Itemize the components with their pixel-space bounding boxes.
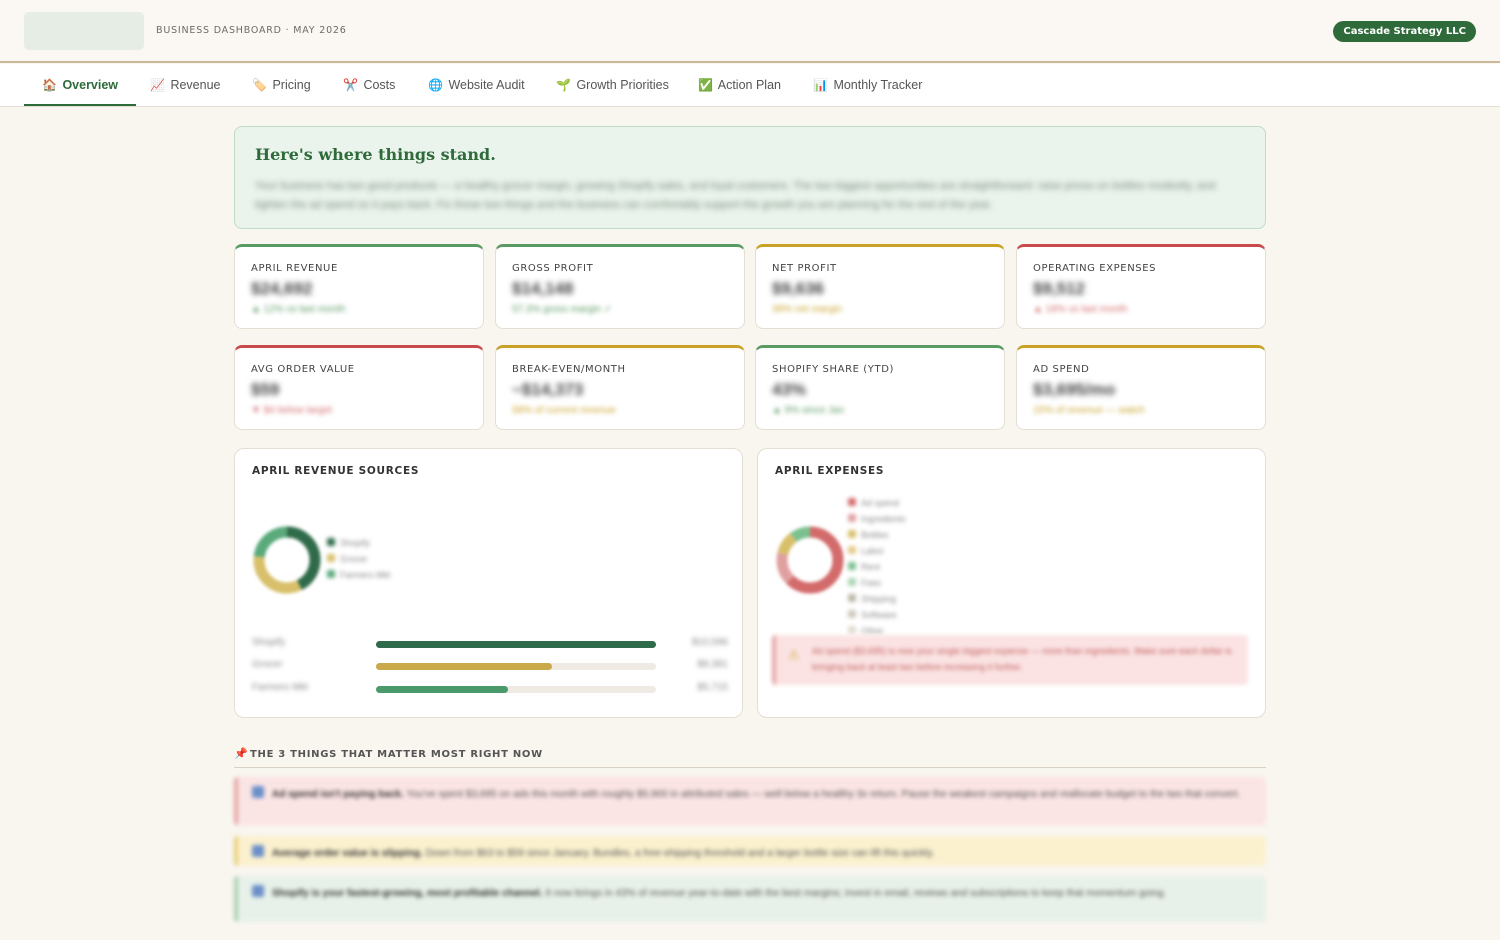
summary-text: Your business has two good products — a …: [255, 180, 1216, 211]
kpi-card: AVG ORDER VALUE $59 ▼ $4 below target: [234, 345, 484, 430]
number-2-icon: [252, 845, 264, 857]
summary-banner: Here's where things stand. Your business…: [234, 126, 1266, 229]
tab-label: Action Plan: [717, 78, 781, 92]
bar-chart-icon: 📊: [813, 78, 828, 92]
tab-bar: 🏠 Overview 📈 Revenue 🏷️ Pricing ✂️ Costs…: [0, 64, 1500, 107]
kpi-card: OPERATING EXPENSES $9,512 ▲ 18% vs last mo…: [1016, 244, 1266, 329]
section-title: THE 3 THINGS THAT MATTER MOST RIGHT NOW: [250, 749, 543, 760]
kpi-value: 43%: [772, 380, 807, 399]
revenue-legend: Shopify Grocer Farmers Mkt: [327, 535, 391, 583]
priority-item: Ad spend isn't paying back. You've spent…: [234, 777, 1266, 825]
expenses-warning-alert: ⚠ Ad spend ($3,695) is now your single b…: [772, 635, 1248, 685]
kpi-card: SHOPIFY SHARE (YTD) 43% ▲ 9% since Jan: [755, 345, 1005, 430]
tab-website-audit[interactable]: 🌐 Website Audit: [410, 64, 543, 106]
kpi-value: $9,636: [772, 279, 824, 298]
kpi-subtext: ▲ 12% vs last month: [251, 304, 346, 315]
pushpin-icon: 📌: [234, 748, 248, 760]
tab-label: Growth Priorities: [576, 78, 669, 92]
kpi-subtext: 58% of current revenue: [512, 405, 616, 416]
chart-up-icon: 📈: [150, 78, 165, 92]
tab-label: Overview: [62, 78, 119, 92]
priority-item: Average order value is slipping. Down fr…: [234, 836, 1266, 866]
kpi-value: $59: [251, 380, 280, 399]
kpi-card: BREAK-EVEN/MONTH ~$14,373 58% of current r…: [495, 345, 745, 430]
kpi-value: $24,692: [251, 279, 313, 298]
kpi-value: $3,695/mo: [1033, 380, 1116, 399]
kpi-value: $9,512: [1033, 279, 1085, 298]
kpi-label: AVG ORDER VALUE: [251, 364, 355, 375]
revenue-donut-chart: [253, 526, 321, 594]
kpi-value: ~$14,373: [512, 380, 584, 399]
kpi-value: $14,148: [512, 279, 574, 298]
revenue-bar-row: Shopify $10,596: [252, 637, 728, 648]
number-1-icon: [252, 786, 264, 798]
priorities-section-header: 📌 THE 3 THINGS THAT MATTER MOST RIGHT NO…: [234, 747, 1266, 768]
revenue-bar-row: Grocer $8,381: [252, 659, 728, 670]
check-icon: ✅: [698, 78, 713, 92]
price-tag-icon: 🏷️: [252, 78, 267, 92]
kpi-label: SHOPIFY SHARE (YTD): [772, 364, 895, 375]
alert-text: Ad spend ($3,695) is now your single big…: [812, 646, 1232, 672]
expenses-donut-chart: [776, 526, 844, 594]
seedling-icon: 🌱: [556, 78, 571, 92]
kpi-label: GROSS PROFIT: [512, 263, 594, 274]
revenue-bar-row: Farmers Mkt $5,715: [252, 682, 728, 693]
summary-title: Here's where things stand.: [255, 145, 496, 164]
expenses-legend: Ad spend Ingredients Bottles Labor Rent …: [848, 495, 906, 639]
logo-placeholder: [24, 12, 144, 50]
tab-growth-priorities[interactable]: 🌱 Growth Priorities: [538, 64, 687, 106]
house-icon: 🏠: [42, 78, 57, 92]
tab-label: Pricing: [272, 78, 311, 92]
kpi-subtext: ▲ 9% since Jan: [772, 405, 845, 416]
dashboard-label: BUSINESS DASHBOARD · MAY 2026: [156, 25, 347, 36]
kpi-label: OPERATING EXPENSES: [1033, 263, 1157, 274]
globe-icon: 🌐: [428, 78, 443, 92]
kpi-subtext: ▲ 18% vs last month: [1033, 304, 1128, 315]
kpi-label: AD SPEND: [1033, 364, 1090, 375]
kpi-card: AD SPEND $3,695/mo 15% of revenue — watch: [1016, 345, 1266, 430]
tab-costs[interactable]: ✂️ Costs: [325, 64, 413, 106]
number-3-icon: [252, 885, 264, 897]
tab-overview[interactable]: 🏠 Overview: [24, 64, 137, 106]
tab-action-plan[interactable]: ✅ Action Plan: [680, 64, 799, 106]
revenue-bar-fill: [376, 663, 553, 670]
priority-item: Shopify is your fastest-growing, most pr…: [234, 876, 1266, 922]
kpi-subtext: 39% net margin: [772, 304, 843, 315]
kpi-label: NET PROFIT: [772, 263, 837, 274]
tab-label: Revenue: [170, 78, 221, 92]
revenue-sources-panel: APRIL REVENUE SOURCES Shopify Grocer Far…: [234, 448, 743, 718]
kpi-label: APRIL REVENUE: [251, 263, 338, 274]
kpi-subtext: ▼ $4 below target: [251, 405, 333, 416]
revenue-bar-fill: [376, 686, 508, 693]
tab-revenue[interactable]: 📈 Revenue: [132, 64, 238, 106]
tab-label: Costs: [363, 78, 396, 92]
scissors-icon: ✂️: [343, 78, 358, 92]
tab-monthly-tracker[interactable]: 📊 Monthly Tracker: [795, 64, 940, 106]
panel-title: APRIL EXPENSES: [775, 465, 885, 477]
revenue-bar-fill: [376, 641, 656, 648]
top-header: BUSINESS DASHBOARD · MAY 2026 Cascade St…: [0, 0, 1500, 63]
warning-icon: ⚠: [788, 647, 800, 662]
kpi-card: NET PROFIT $9,636 39% net margin: [755, 244, 1005, 329]
tab-label: Website Audit: [448, 78, 525, 92]
tab-label: Monthly Tracker: [833, 78, 923, 92]
tab-pricing[interactable]: 🏷️ Pricing: [234, 64, 329, 106]
client-badge: Cascade Strategy LLC: [1333, 21, 1476, 42]
expenses-panel: APRIL EXPENSES Ad spend Ingredients Bott…: [757, 448, 1266, 718]
panel-title: APRIL REVENUE SOURCES: [252, 465, 420, 477]
kpi-label: BREAK-EVEN/MONTH: [512, 364, 626, 375]
kpi-subtext: 57.3% gross margin ✓: [512, 304, 613, 315]
kpi-card: APRIL REVENUE $24,692 ▲ 12% vs last month: [234, 244, 484, 329]
kpi-subtext: 15% of revenue — watch: [1033, 405, 1145, 416]
kpi-card: GROSS PROFIT $14,148 57.3% gross margin ✓: [495, 244, 745, 329]
